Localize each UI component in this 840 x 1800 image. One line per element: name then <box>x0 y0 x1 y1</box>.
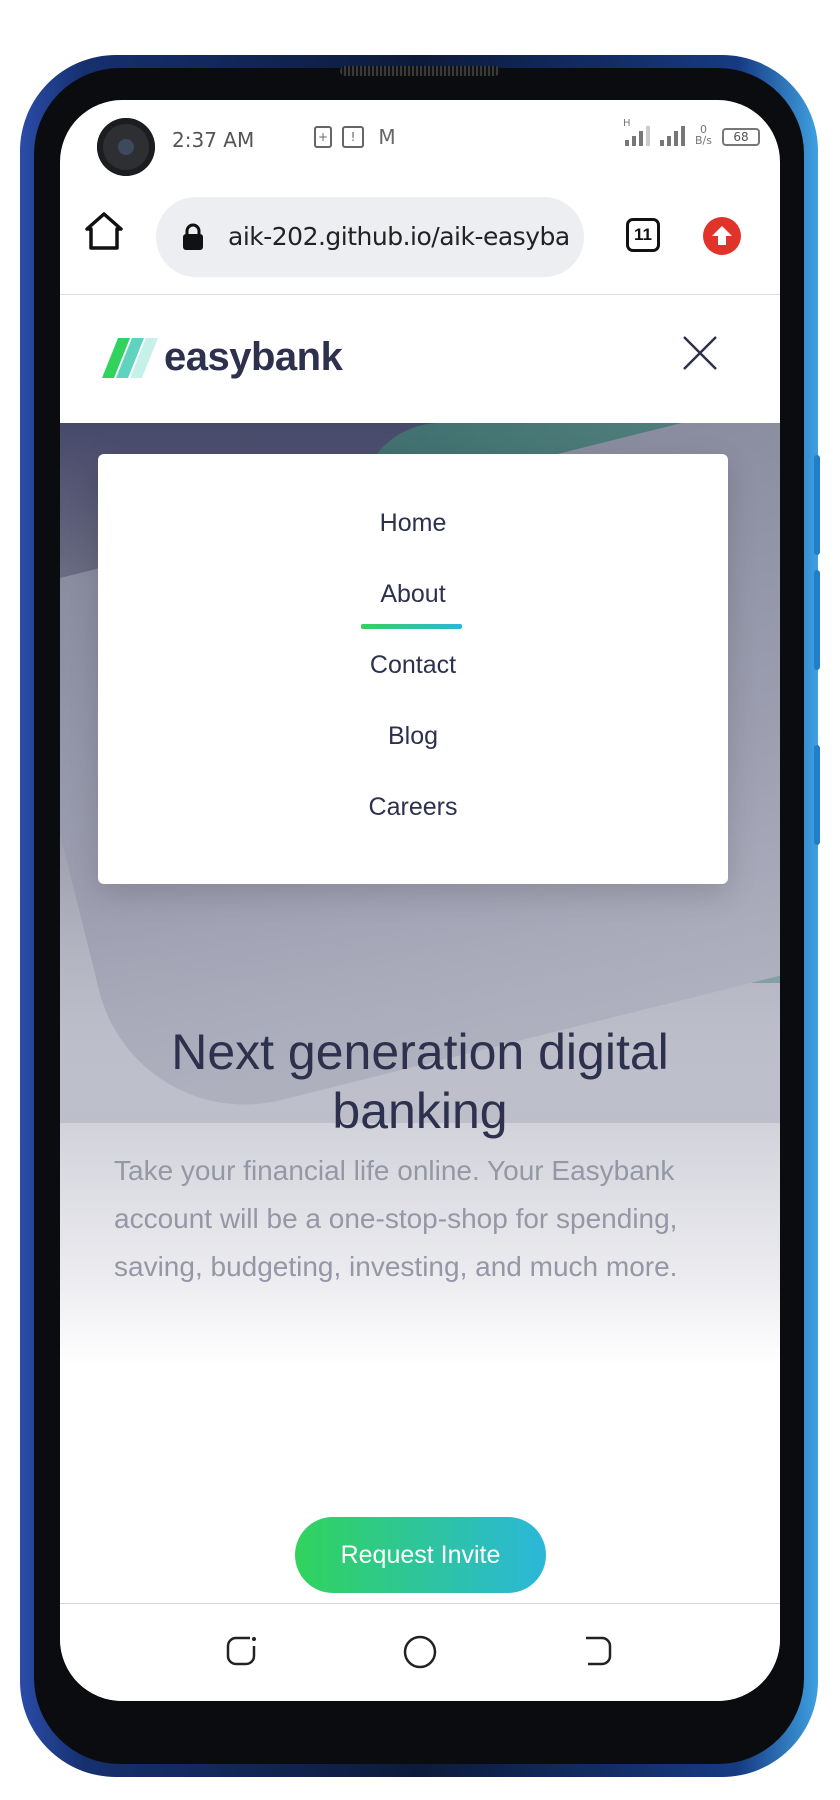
status-bar: 2:37 AM + ! M H 0 B/s 68 <box>60 100 780 180</box>
brand-name: easybank <box>164 335 343 379</box>
hero-description: Take your financial life online. Your Ea… <box>114 1155 678 1282</box>
net-speed: 0 B/s <box>695 124 712 146</box>
notification-icons: + ! M <box>314 126 400 148</box>
tab-switcher-button[interactable]: 11 <box>626 218 660 252</box>
mobile-menu: Home About Contact Blog Careers <box>98 454 728 884</box>
active-indicator <box>361 624 462 629</box>
address-bar[interactable]: aik-202.github.io/aik-easybank-landing-p… <box>156 197 584 277</box>
recent-apps-icon[interactable] <box>224 1632 264 1672</box>
power-button <box>814 745 820 845</box>
battery-saver-icon: + <box>314 126 332 148</box>
menu-item-about[interactable]: About <box>98 580 728 609</box>
signal-1-icon: H <box>623 118 651 146</box>
net-speed-unit: B/s <box>695 134 712 147</box>
arrow-up-icon <box>712 226 732 245</box>
battery-icon: 68 <box>722 128 760 146</box>
menu-item-blog[interactable]: Blog <box>98 722 728 751</box>
hero-title: Next generation digital banking <box>171 1024 669 1139</box>
system-nav-bar <box>60 1604 780 1701</box>
lock-icon <box>183 223 203 250</box>
easybank-logo[interactable]: easybank <box>102 335 343 380</box>
site-header: easybank <box>60 295 780 423</box>
gmail-icon: M <box>378 125 396 149</box>
url-text: aik-202.github.io/aik-easybank-landing-p… <box>228 222 572 251</box>
menu-item-contact[interactable]: Contact <box>98 651 728 680</box>
browser-home-icon[interactable] <box>82 209 126 253</box>
home-circle-icon[interactable] <box>400 1632 440 1672</box>
request-invite-button[interactable]: Request Invite <box>295 1517 546 1593</box>
volume-down-button <box>814 570 820 670</box>
signal-indicators: H 0 B/s 68 <box>623 118 760 146</box>
close-menu-icon[interactable] <box>680 333 720 373</box>
browser-toolbar: aik-202.github.io/aik-easybank-landing-p… <box>60 195 780 295</box>
phone-screen: 2:37 AM + ! M H 0 B/s 68 aik-202.github.… <box>60 100 780 1701</box>
menu-item-home[interactable]: Home <box>98 509 728 538</box>
sim-alert-icon: ! <box>342 126 364 148</box>
network-type: H <box>623 118 631 129</box>
front-camera <box>97 118 155 176</box>
update-available-button[interactable] <box>703 217 741 255</box>
logo-mark-icon <box>102 337 158 378</box>
hero-section: Home About Contact Blog Careers Next gen… <box>60 423 780 1603</box>
back-icon[interactable] <box>576 1632 616 1672</box>
status-time: 2:37 AM <box>172 128 255 152</box>
menu-item-careers[interactable]: Careers <box>98 793 728 822</box>
earpiece-speaker <box>340 66 500 76</box>
volume-up-button <box>814 455 820 555</box>
signal-2-icon <box>660 124 686 146</box>
